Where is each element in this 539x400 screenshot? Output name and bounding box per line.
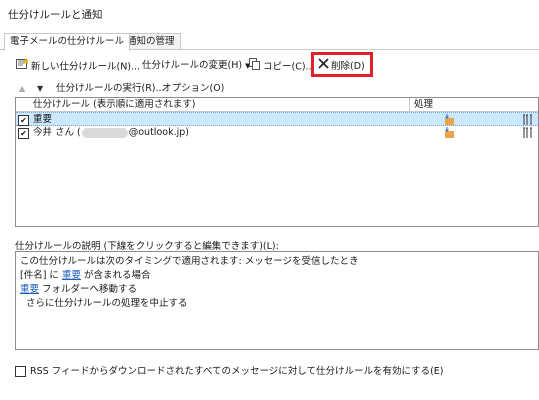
stop-processing-icon <box>523 114 532 125</box>
move-to-folder-icon <box>445 114 454 125</box>
column-rule[interactable]: 仕分けルール (表示順に適用されます) <box>33 98 195 111</box>
description-line: [件名] に 重要 が含まれる場合 <box>20 270 151 281</box>
move-up-button[interactable]: ▲ <box>19 82 25 96</box>
rss-label: RSS フィードからダウンロードされたすべてのメッセージに対して仕分けルールを有… <box>30 366 444 377</box>
delete-highlight-box <box>311 52 373 77</box>
rule-description-box[interactable]: この仕分けルールは次のタイミングで適用されます: メッセージを受信したとき [件… <box>15 251 539 350</box>
description-line: この仕分けルールは次のタイミングで適用されます: メッセージを受信したとき <box>20 256 359 267</box>
triangle-up-icon: ▲ <box>19 84 26 93</box>
triangle-down-icon: ▼ <box>37 84 44 93</box>
copy-label: コピー(C)... <box>263 61 315 73</box>
window-title: 仕分けルールと通知 <box>8 9 103 21</box>
new-rule-icon <box>16 58 29 76</box>
options-button[interactable]: オプション(O) <box>162 82 224 96</box>
description-label: 仕分けルールの説明 (下線をクリックすると編集できます)(L): <box>15 241 279 252</box>
change-rule-label: 仕分けルールの変更(H) <box>142 60 243 71</box>
description-line: 重要 フォルダーへ移動する <box>20 284 138 295</box>
copy-icon <box>249 58 261 76</box>
new-rule-button[interactable]: 新しい仕分けルール(N)... <box>16 58 140 74</box>
move-down-button[interactable]: ▼ <box>37 82 43 96</box>
target-folder-link[interactable]: 重要 <box>20 284 39 295</box>
move-to-folder-icon <box>445 127 454 138</box>
rss-rules-option[interactable]: RSS フィードからダウンロードされたすべてのメッセージに対して仕分けルールを有… <box>15 365 443 379</box>
copy-button[interactable]: コピー(C)... <box>249 58 315 74</box>
rules-list-header: 仕分けルール (表示順に適用されます) 処理 <box>16 98 538 112</box>
options-label: オプション(O) <box>162 83 225 94</box>
redacted-address <box>81 127 128 138</box>
tab-email-rules[interactable]: 電子メールの仕分けルール <box>4 33 131 51</box>
change-rule-button[interactable]: 仕分けルールの変更(H) ▼ <box>142 58 250 74</box>
run-rules-button[interactable]: 仕分けルールの実行(R)... <box>56 82 165 96</box>
table-row[interactable]: ✔ 今井 さん (@outlook.jp) <box>16 126 538 140</box>
stop-processing-icon <box>523 127 532 138</box>
tab-strip: 電子メールの仕分けルール 通知の管理 <box>0 33 539 51</box>
run-rules-label: 仕分けルールの実行(R)... <box>56 83 165 94</box>
new-rule-label: 新しい仕分けルール(N)... <box>31 61 141 73</box>
rule-name: 今井 さん (@outlook.jp) <box>33 127 189 138</box>
rule-enabled-checkbox[interactable]: ✔ <box>18 115 29 126</box>
rss-checkbox[interactable] <box>15 366 26 377</box>
rule-enabled-checkbox[interactable]: ✔ <box>18 128 29 139</box>
rule-name: 重要 <box>33 114 53 125</box>
description-line: さらに仕分けルールの処理を中止する <box>26 298 188 309</box>
column-actions[interactable]: 処理 <box>414 98 433 111</box>
table-row[interactable]: ✔ 重要 <box>16 112 538 126</box>
rules-list[interactable]: 仕分けルール (表示順に適用されます) 処理 ✔ 重要 ✔ 今井 さん (@ou… <box>15 97 539 227</box>
subject-keyword-link[interactable]: 重要 <box>62 270 81 281</box>
column-separator <box>409 98 410 111</box>
